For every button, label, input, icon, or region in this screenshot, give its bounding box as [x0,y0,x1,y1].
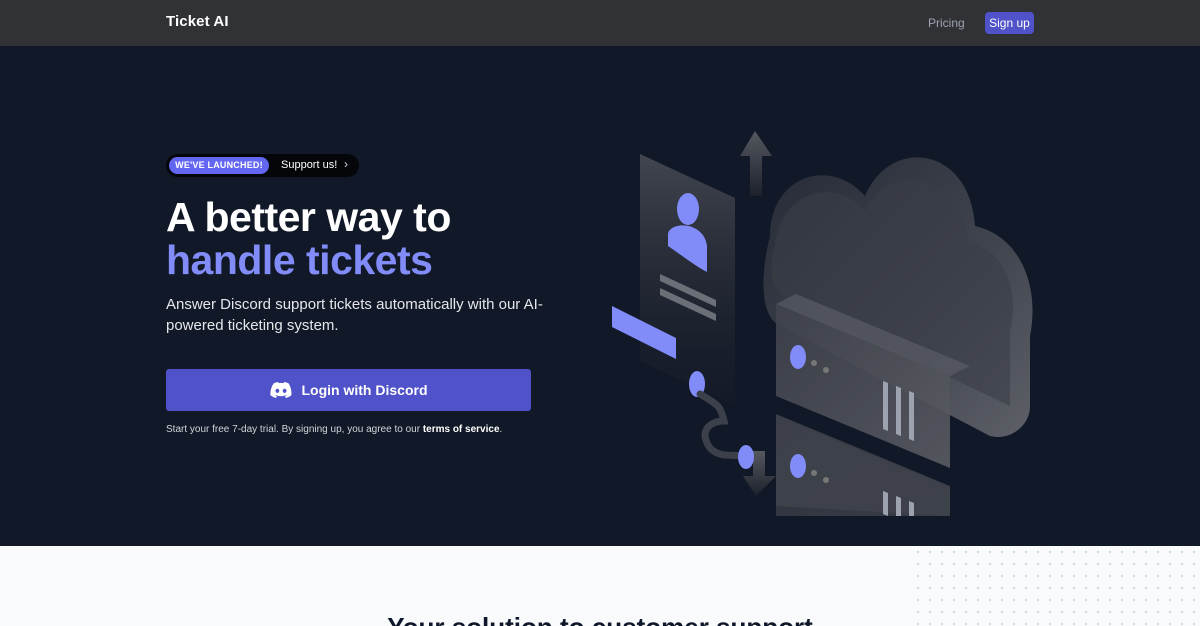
chevron-right-icon: › [344,157,348,171]
arrow-up-icon [740,131,772,196]
section-title: Your solution to customer support [0,612,1200,626]
trial-notice-text: Start your free 7-day trial. By signing … [166,424,423,435]
trial-notice-end: . [499,424,503,435]
trial-notice: Start your free 7-day trial. By signing … [166,424,502,435]
signup-button[interactable]: Sign up [985,12,1034,34]
node-dot [738,445,754,469]
profile-card [640,154,735,406]
hero-title-line1: A better way to [166,194,451,240]
nav-link-pricing[interactable]: Pricing [928,16,965,30]
hero-title: A better way to handle tickets [166,196,451,282]
navbar: Ticket AI Pricing Sign up [0,0,1200,46]
hero-title-line2: handle tickets [166,237,433,283]
features-section: Your solution to customer support [0,546,1200,626]
hero-subtitle: Answer Discord support tickets automatic… [166,296,543,334]
badge-label: Support us! [281,159,338,171]
hero-illustration [612,131,1033,516]
brand-logo[interactable]: Ticket AI [166,13,229,30]
login-discord-label: Login with Discord [301,382,428,398]
hero-section: WE'VE LAUNCHED! Support us! › A better w… [0,46,1200,546]
terms-of-service-link[interactable]: terms of service [423,424,500,435]
launch-badge[interactable]: WE'VE LAUNCHED! Support us! › [166,154,359,177]
discord-icon [269,382,291,398]
login-discord-button[interactable]: Login with Discord [166,369,531,411]
badge-pill: WE'VE LAUNCHED! [169,157,269,174]
